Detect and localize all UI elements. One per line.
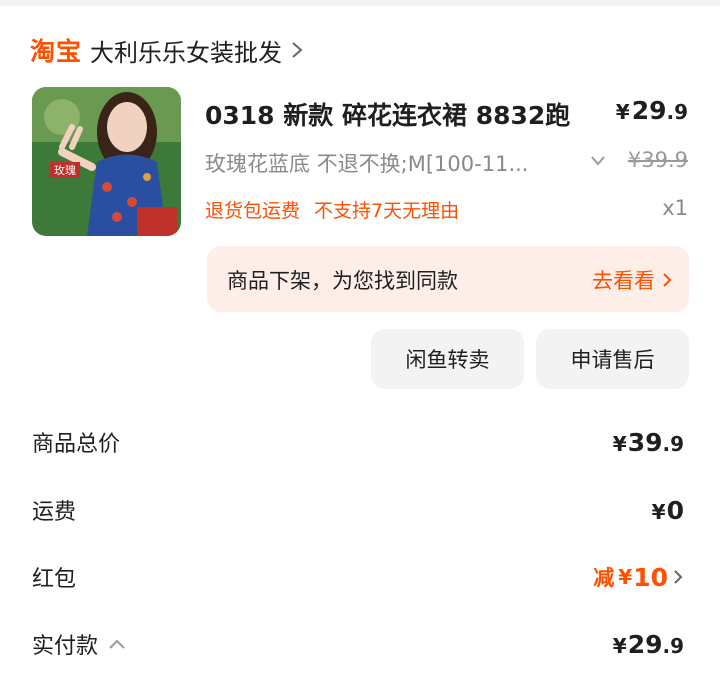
view-similar-link[interactable]: 去看看 (592, 265, 673, 295)
shipping-value: ¥0 (651, 495, 684, 525)
red-packet-row[interactable]: 红包 减 ¥10 (32, 557, 684, 597)
product-image[interactable]: 玫瑰 (32, 87, 181, 236)
product-price: ¥29.9 (615, 96, 688, 125)
product-title[interactable]: 0318 新款 碎花连衣裙 8832跑 (205, 96, 570, 132)
shop-header[interactable]: 淘宝 大利乐乐女装批发 (30, 30, 304, 70)
off-shelf-banner[interactable]: 商品下架，为您找到同款 去看看 (207, 246, 689, 312)
chevron-right-icon (292, 42, 303, 58)
image-label: 玫瑰 (54, 163, 76, 177)
paid-row[interactable]: 实付款 ¥29.9 (32, 624, 684, 664)
tag-return-shipping: 退货包运费 (205, 200, 301, 222)
top-separator (0, 0, 720, 6)
red-packet-value[interactable]: 减 ¥10 (593, 562, 684, 592)
goods-total-value: ¥39.9 (612, 427, 684, 457)
off-shelf-message: 商品下架，为您找到同款 (227, 269, 458, 293)
shipping-label: 运费 (32, 500, 77, 525)
original-price: ¥39.9 (627, 148, 688, 172)
service-tags: 退货包运费 不支持7天无理由 (205, 196, 459, 223)
chevron-right-icon (674, 570, 683, 584)
chevron-down-icon[interactable] (590, 154, 606, 168)
chevron-up-icon (109, 639, 125, 649)
tag-no-7day-return: 不支持7天无理由 (314, 200, 460, 222)
quantity: x1 (662, 196, 688, 220)
taobao-logo: 淘宝 (30, 37, 83, 66)
red-packet-label: 红包 (32, 567, 77, 592)
paid-label[interactable]: 实付款 (32, 628, 126, 660)
shop-name[interactable]: 大利乐乐女装批发 (90, 33, 282, 68)
goods-total-label: 商品总价 (32, 432, 121, 457)
product-spec[interactable]: 玫瑰花蓝底 不退不换;M[100-11... (205, 148, 528, 178)
goods-total-row: 商品总价 ¥39.9 (32, 422, 684, 462)
resell-button[interactable]: 闲鱼转卖 (371, 329, 524, 389)
paid-value: ¥29.9 (612, 629, 684, 659)
chevron-right-icon (663, 273, 672, 287)
after-sale-button[interactable]: 申请售后 (536, 329, 689, 389)
shipping-row: 运费 ¥0 (32, 490, 684, 530)
